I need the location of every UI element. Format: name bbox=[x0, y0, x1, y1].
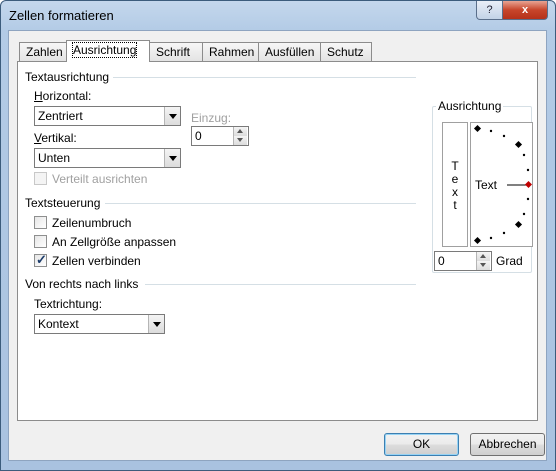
rtl-heading: Von rechts nach links bbox=[25, 277, 139, 291]
dial-text: Text bbox=[475, 178, 498, 192]
help-button[interactable]: ? bbox=[476, 1, 503, 20]
indent-stepper[interactable]: 0 bbox=[191, 126, 249, 146]
degrees-stepper[interactable]: 0 bbox=[434, 251, 492, 271]
tab-ausfuellen[interactable]: Ausfüllen bbox=[258, 42, 321, 61]
close-icon: x bbox=[521, 4, 529, 16]
orientation-dial-graphic: Text bbox=[473, 124, 532, 245]
horizontal-label: Horizontal: bbox=[34, 89, 92, 103]
tab-ausrichtung[interactable]: Ausrichtung bbox=[66, 40, 150, 62]
chevron-down-icon[interactable] bbox=[148, 315, 164, 333]
separator bbox=[145, 284, 416, 285]
dial-dot bbox=[522, 212, 526, 216]
vertical-text-char: e bbox=[451, 172, 459, 186]
help-icon: ? bbox=[486, 4, 493, 16]
shrink-to-fit-checkbox[interactable] bbox=[34, 235, 47, 248]
indent-value: 0 bbox=[195, 129, 202, 143]
dial-dot bbox=[502, 231, 506, 235]
vertical-text-char: T bbox=[451, 159, 459, 173]
chevron-down-icon[interactable] bbox=[164, 107, 180, 125]
vertical-dropdown[interactable]: Unten bbox=[34, 148, 181, 168]
dial-marker bbox=[514, 220, 523, 229]
ok-button[interactable]: OK bbox=[384, 433, 459, 456]
vertical-value: Unten bbox=[38, 151, 71, 165]
separator bbox=[113, 77, 416, 78]
degrees-value: 0 bbox=[438, 254, 445, 268]
text-direction-dropdown[interactable]: Kontext bbox=[34, 314, 165, 334]
orientation-heading: Ausrichtung bbox=[436, 99, 504, 113]
tab-zahlen[interactable]: Zahlen bbox=[19, 42, 67, 61]
cancel-button[interactable]: Abbrechen bbox=[470, 433, 545, 456]
merge-cells-label: Zellen verbinden bbox=[52, 254, 141, 268]
format-cells-dialog: Zellen formatieren ? x Zahlen Ausrichtun… bbox=[0, 0, 556, 471]
merge-cells-checkbox[interactable] bbox=[34, 252, 47, 268]
dial-dot bbox=[489, 236, 493, 240]
spin-down-icon[interactable] bbox=[234, 136, 247, 145]
degrees-label: Grad bbox=[496, 254, 523, 268]
tab-schrift[interactable]: Schrift bbox=[149, 42, 203, 61]
wrap-text-checkbox[interactable] bbox=[34, 216, 47, 229]
horizontal-dropdown[interactable]: Zentriert bbox=[34, 106, 181, 126]
wrap-text-label: Zeilenumbruch bbox=[52, 216, 132, 230]
orientation-dial[interactable]: Text bbox=[470, 122, 533, 247]
separator bbox=[105, 203, 416, 204]
close-button[interactable]: x bbox=[502, 1, 548, 20]
dial-dot bbox=[502, 134, 506, 138]
dial-marker bbox=[514, 140, 523, 149]
dial-dot bbox=[526, 168, 530, 172]
horizontal-value: Zentriert bbox=[38, 109, 83, 123]
dial-marker bbox=[473, 124, 482, 133]
text-control-heading: Textsteuerung bbox=[25, 196, 101, 210]
alignment-tab-panel: Textausrichtung Horizontal: Zentriert Ei… bbox=[17, 61, 538, 421]
tab-rahmen[interactable]: Rahmen bbox=[202, 42, 259, 61]
title-bar[interactable]: Zellen formatieren ? x bbox=[1, 1, 555, 31]
text-direction-value: Kontext bbox=[38, 317, 79, 331]
indent-spin-buttons bbox=[233, 127, 248, 145]
dial-selected-marker[interactable] bbox=[524, 180, 532, 189]
degrees-spin-buttons bbox=[476, 252, 491, 270]
spin-down-icon[interactable] bbox=[477, 261, 490, 270]
dial-dot bbox=[522, 153, 526, 157]
window-title: Zellen formatieren bbox=[9, 8, 114, 23]
dial-dot bbox=[489, 129, 493, 133]
indent-label: Einzug: bbox=[191, 111, 232, 125]
text-alignment-heading: Textausrichtung bbox=[25, 70, 110, 84]
shrink-to-fit-label: An Zellgröße anpassen bbox=[52, 235, 177, 249]
vertical-text-button[interactable]: T e x t bbox=[442, 122, 468, 247]
text-direction-label: Textrichtung: bbox=[34, 297, 103, 311]
distributed-label: Verteilt ausrichten bbox=[52, 172, 148, 186]
horizontal-label-rest: orizontal: bbox=[42, 89, 92, 103]
tab-schutz[interactable]: Schutz bbox=[320, 42, 372, 61]
vertical-text-char: x bbox=[452, 185, 458, 199]
dialog-client-area: Zahlen Ausrichtung Schrift Rahmen Ausfül… bbox=[8, 30, 547, 461]
dial-dot bbox=[526, 197, 530, 201]
chevron-down-icon[interactable] bbox=[164, 149, 180, 167]
dial-marker bbox=[473, 236, 482, 245]
distributed-checkbox[interactable] bbox=[34, 172, 47, 185]
vertical-text-char: t bbox=[453, 198, 457, 212]
vertical-label: Vertikal: bbox=[34, 131, 77, 145]
vertical-label-rest: ertikal: bbox=[41, 131, 77, 145]
